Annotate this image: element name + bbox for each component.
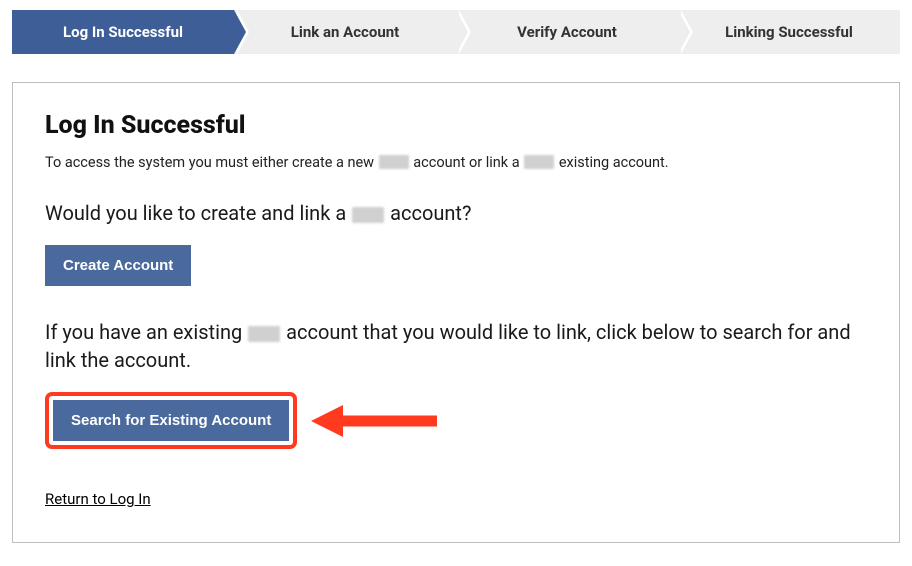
step-label: Link an Account — [291, 23, 399, 41]
search-existing-account-button[interactable]: Search for Existing Account — [53, 400, 289, 441]
step-label: Verify Account — [517, 23, 617, 41]
step-login-successful: Log In Successful — [12, 10, 234, 54]
redacted-text — [524, 155, 554, 169]
step-label: Log In Successful — [63, 23, 183, 41]
highlight-box: Search for Existing Account — [45, 392, 297, 449]
main-panel: Log In Successful To access the system y… — [12, 82, 900, 543]
create-question: Would you like to create and link a acco… — [45, 199, 867, 227]
redacted-text — [379, 155, 409, 169]
progress-stepper: Log In Successful Link an Account Verify… — [12, 10, 900, 54]
annotation-arrow-icon — [309, 400, 439, 442]
redacted-text — [248, 326, 280, 342]
page-title: Log In Successful — [45, 111, 867, 140]
step-linking-successful: Linking Successful — [678, 10, 900, 54]
intro-text: To access the system you must either cre… — [45, 154, 867, 171]
step-link-account: Link an Account — [234, 10, 456, 54]
step-verify-account: Verify Account — [456, 10, 678, 54]
return-to-login-link[interactable]: Return to Log In — [45, 490, 151, 508]
redacted-text — [352, 207, 384, 223]
step-label: Linking Successful — [725, 23, 853, 41]
create-account-button[interactable]: Create Account — [45, 245, 191, 286]
search-question: If you have an existing account that you… — [45, 318, 867, 374]
